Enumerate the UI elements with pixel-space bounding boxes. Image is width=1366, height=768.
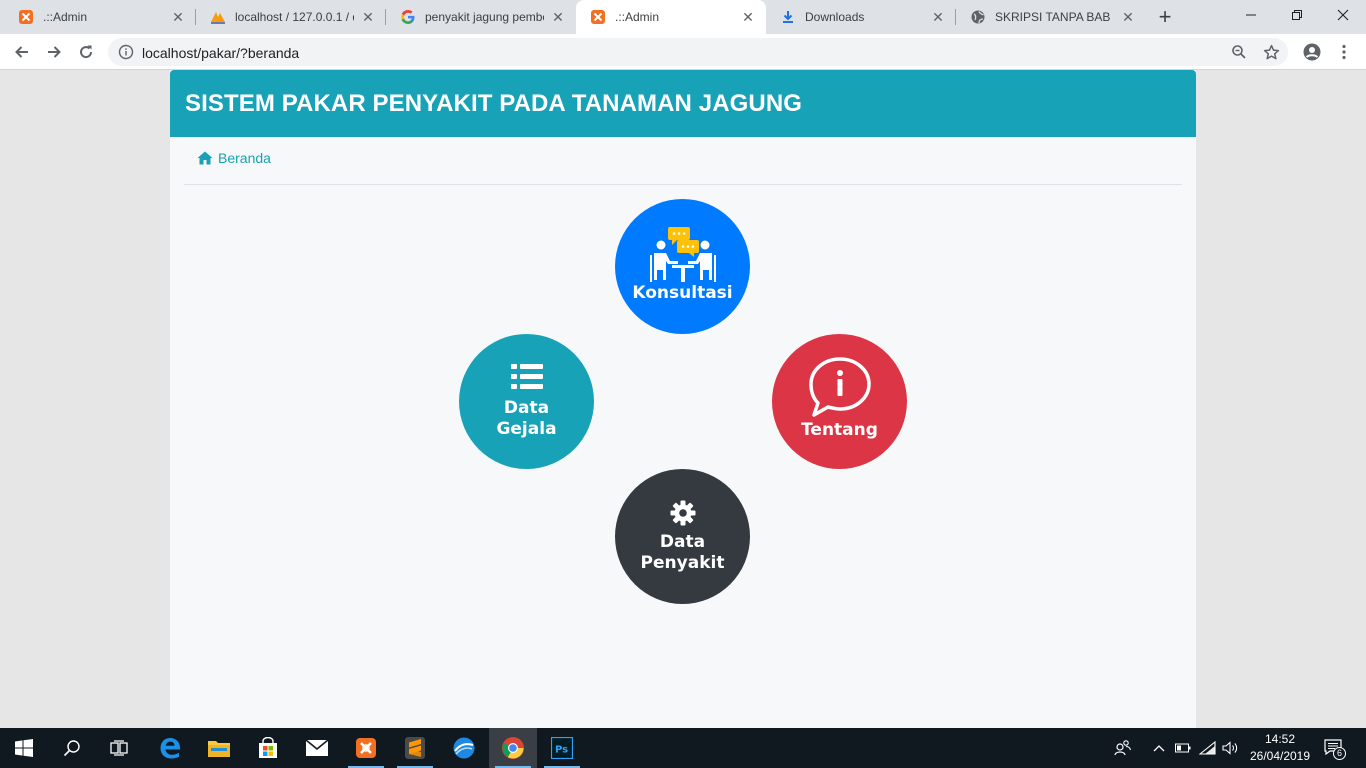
profile-icon[interactable] (1302, 42, 1322, 62)
clock-date: 26/04/2019 (1249, 749, 1311, 763)
search-icon[interactable] (48, 728, 96, 768)
tab-title: penyakit jagung pembe (425, 10, 544, 24)
wifi-icon[interactable] (1196, 728, 1220, 768)
xampp-taskbar-icon[interactable] (342, 728, 390, 768)
phpmyadmin-icon (210, 9, 226, 25)
close-tab-icon[interactable]: ✕ (930, 9, 946, 25)
app-globe-icon[interactable] (440, 728, 488, 768)
data-penyakit-label-line2: Penyakit (640, 552, 725, 573)
people-icon[interactable] (1110, 728, 1136, 768)
tab-title: SKRIPSI TANPA BAB PEI (995, 10, 1114, 24)
store-icon[interactable] (244, 728, 292, 768)
browser-tabstrip: .::Admin ✕ localhost / 127.0.0.1 / d ✕ p… (0, 0, 1366, 34)
zoom-icon[interactable] (1230, 43, 1248, 61)
volume-icon[interactable] (1220, 728, 1242, 768)
browser-tab[interactable]: .::Admin ✕ (4, 0, 196, 34)
tab-title: localhost / 127.0.0.1 / d (235, 10, 354, 24)
edge-browser-icon[interactable] (146, 728, 194, 768)
data-gejala-button[interactable]: Data Gejala (459, 334, 594, 469)
bookmark-star-icon[interactable] (1262, 43, 1280, 61)
data-penyakit-button[interactable]: Data Penyakit (615, 469, 750, 604)
system-clock[interactable]: 14:52 26/04/2019 (1246, 731, 1314, 765)
battery-icon[interactable] (1172, 728, 1194, 768)
download-icon (780, 9, 796, 25)
sublime-text-icon[interactable] (391, 728, 439, 768)
task-view-icon[interactable] (96, 728, 144, 768)
reload-button[interactable] (72, 38, 100, 66)
breadcrumb-home-link[interactable]: Beranda (218, 150, 271, 166)
home-icon (197, 151, 213, 165)
data-penyakit-label-line1: Data (659, 531, 706, 552)
browser-tab[interactable]: SKRIPSI TANPA BAB PEI ✕ (956, 0, 1146, 34)
browser-toolbar: localhost/pakar/?beranda (0, 34, 1366, 70)
divider (184, 184, 1182, 185)
action-center-icon[interactable]: 6 (1320, 728, 1350, 768)
page-title: SISTEM PAKAR PENYAKIT PADA TANAMAN JAGUN… (185, 89, 803, 117)
browser-tab[interactable]: Downloads ✕ (766, 0, 956, 34)
notification-count-badge: 6 (1333, 747, 1346, 760)
file-explorer-icon[interactable] (195, 728, 243, 768)
chevron-up-icon[interactable] (1148, 728, 1170, 768)
close-tab-icon[interactable]: ✕ (740, 9, 756, 25)
page-header: SISTEM PAKAR PENYAKIT PADA TANAMAN JAGUN… (170, 70, 1196, 137)
svg-text:Ps: Ps (555, 745, 568, 756)
close-tab-icon[interactable]: ✕ (1120, 9, 1136, 25)
data-gejala-label-line1: Data (503, 397, 550, 418)
url-text: localhost/pakar/?beranda (142, 45, 300, 61)
browser-tab[interactable]: penyakit jagung pembe ✕ (386, 0, 576, 34)
photoshop-icon[interactable]: Ps (538, 728, 586, 768)
forward-button[interactable] (40, 38, 68, 66)
close-tab-icon[interactable]: ✕ (550, 9, 566, 25)
gear-icon (670, 500, 696, 526)
breadcrumb[interactable]: Beranda (197, 150, 271, 166)
xampp-icon (18, 9, 34, 25)
list-icon (510, 363, 543, 390)
konsultasi-label: Konsultasi (632, 283, 733, 303)
browser-tab[interactable]: localhost / 127.0.0.1 / d ✕ (196, 0, 386, 34)
tentang-button[interactable]: Tentang (772, 334, 907, 469)
browser-tab-active[interactable]: .::Admin ✕ (576, 0, 766, 34)
restore-button[interactable] (1274, 0, 1320, 30)
page-viewport: SISTEM PAKAR PENYAKIT PADA TANAMAN JAGUN… (0, 70, 1366, 728)
mail-icon[interactable] (293, 728, 341, 768)
back-button[interactable] (8, 38, 36, 66)
start-button[interactable] (0, 728, 48, 768)
globe-icon (970, 9, 986, 25)
close-window-button[interactable] (1320, 0, 1366, 30)
close-tab-icon[interactable]: ✕ (360, 9, 376, 25)
tab-title: .::Admin (615, 10, 660, 24)
google-icon (400, 9, 416, 25)
xampp-icon (590, 9, 606, 25)
consultation-icon (648, 225, 718, 283)
address-bar[interactable]: localhost/pakar/?beranda (108, 38, 1288, 66)
new-tab-button[interactable]: + (1153, 4, 1177, 29)
close-tab-icon[interactable]: ✕ (170, 9, 186, 25)
data-gejala-label-line2: Gejala (496, 418, 557, 439)
minimize-button[interactable] (1228, 0, 1274, 30)
menu-kebab-icon[interactable] (1334, 42, 1354, 62)
konsultasi-button[interactable]: Konsultasi (615, 199, 750, 334)
tentang-label: Tentang (801, 420, 878, 440)
tab-title: .::Admin (43, 10, 88, 24)
clock-time: 14:52 (1264, 732, 1296, 746)
windows-taskbar: Ps 14:52 26/04/2019 6 (0, 728, 1366, 768)
info-speech-bubble-icon (808, 356, 872, 418)
chrome-icon[interactable] (489, 728, 537, 768)
content-card: SISTEM PAKAR PENYAKIT PADA TANAMAN JAGUN… (170, 70, 1196, 728)
tab-title: Downloads (805, 10, 865, 24)
info-icon[interactable] (118, 44, 134, 60)
